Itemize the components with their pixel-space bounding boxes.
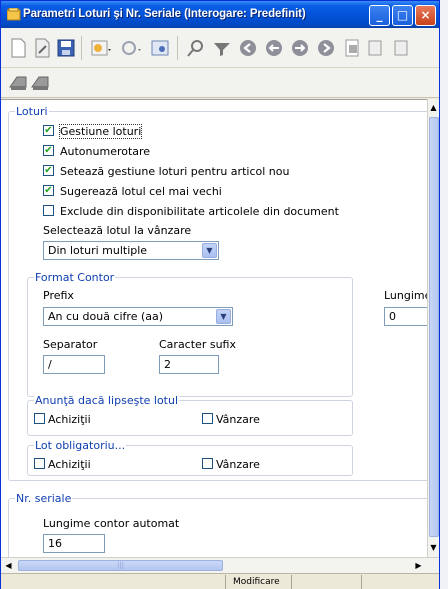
print-icon[interactable]	[341, 37, 363, 59]
title-bar[interactable]: Parametri Loturi şi Nr. Seriale (Interog…	[1, 1, 439, 28]
horizontal-scrollbar[interactable]: ◀ ||| ▶	[1, 557, 439, 573]
exclude-disponibilitate-checkbox[interactable]	[43, 205, 54, 216]
select-lot-label: Selectează lotul la vânzare	[43, 224, 192, 237]
edit-document-icon[interactable]	[31, 37, 53, 59]
missing-achizitii-checkbox[interactable]	[34, 413, 45, 424]
status-divider	[291, 575, 292, 589]
scroll-right-icon[interactable]: ▶	[413, 558, 424, 573]
next-record-icon[interactable]	[289, 37, 311, 59]
toolbar-separator	[81, 36, 82, 60]
filter-icon[interactable]	[211, 37, 233, 59]
separator-input[interactable]: /	[43, 355, 105, 374]
prefix-value: An cu două cifre (aa)	[48, 310, 164, 323]
select-lot-dropdown[interactable]: Din loturi multiple ▼	[43, 241, 219, 260]
missing-vanzare-label: Vânzare	[216, 413, 260, 426]
sugereaza-lot-checkbox[interactable]: ✔	[43, 185, 54, 196]
toolbar-separator	[177, 36, 178, 60]
format-contor-group: Format Contor	[27, 271, 353, 397]
length-label: Lungime	[384, 289, 427, 302]
close-button[interactable]: ×	[415, 5, 436, 26]
prefix-label: Prefix	[43, 289, 74, 302]
save-icon[interactable]	[55, 37, 77, 59]
mandatory-achizitii-label: Achiziţii	[48, 458, 91, 471]
seteaza-gestiune-label: Setează gestiune loturi pentru articol n…	[60, 165, 290, 178]
sugereaza-lot-label: Sugerează lotul cel mai vechi	[60, 185, 222, 198]
gestiune-loturi-label: Gestiune loturi	[58, 124, 143, 139]
status-mode: Modificare	[233, 577, 280, 587]
new-document-icon[interactable]	[7, 37, 29, 59]
autonumerotare-checkbox[interactable]: ✔	[43, 145, 54, 156]
select-lot-value: Din loturi multiple	[48, 244, 148, 257]
paste-record-icon[interactable]	[29, 72, 51, 94]
status-divider	[225, 575, 226, 589]
chevron-down-icon[interactable]: ▼	[216, 309, 231, 324]
report-icon[interactable]	[365, 37, 387, 59]
suffix-label: Caracter sufix	[159, 338, 236, 351]
refresh-icon[interactable]	[119, 37, 141, 59]
scroll-down-icon[interactable]: ▼	[428, 540, 439, 555]
status-bar: Modificare	[1, 573, 439, 589]
find-icon[interactable]	[185, 37, 207, 59]
format-contor-legend: Format Contor	[34, 271, 116, 284]
mandatory-achizitii-checkbox[interactable]	[34, 458, 45, 469]
separator-label: Separator	[43, 338, 98, 351]
counter-length-label: Lungime contor automat	[43, 517, 180, 530]
settings-icon[interactable]	[149, 37, 171, 59]
length-input[interactable]: 0	[384, 307, 427, 326]
application-window: Parametri Loturi şi Nr. Seriale (Interog…	[0, 0, 440, 589]
close-icon: ×	[420, 8, 431, 22]
mandatory-vanzare-label: Vânzare	[216, 458, 260, 471]
chevron-down-icon[interactable]: ▼	[202, 243, 217, 258]
missing-lot-legend: Anunţă dacă lipseşte lotul	[34, 394, 180, 407]
export-icon[interactable]	[391, 37, 413, 59]
seteaza-gestiune-checkbox[interactable]: ✔	[43, 165, 54, 176]
autonumerotare-label: Autonumerotare	[60, 145, 151, 158]
status-divider	[361, 575, 362, 589]
minimize-icon: _	[376, 8, 383, 22]
vertical-scroll-thumb[interactable]	[429, 117, 439, 537]
suffix-input[interactable]: 2	[159, 355, 219, 374]
first-record-icon[interactable]	[237, 37, 259, 59]
copy-record-icon[interactable]	[7, 72, 29, 94]
horizontal-scroll-thumb[interactable]: |||	[18, 560, 223, 571]
app-icon	[7, 8, 21, 21]
previous-record-icon[interactable]	[263, 37, 285, 59]
exclude-disponibilitate-label: Exclude din disponibilitate articolele d…	[60, 205, 339, 218]
prefix-dropdown[interactable]: An cu două cifre (aa) ▼	[43, 307, 233, 326]
gestiune-loturi-checkbox[interactable]: ✔	[43, 125, 54, 136]
maximize-icon: □	[396, 8, 409, 22]
properties-icon[interactable]	[89, 37, 111, 59]
serials-legend: Nr. seriale	[15, 492, 73, 505]
last-record-icon[interactable]	[315, 37, 337, 59]
missing-vanzare-checkbox[interactable]	[202, 413, 213, 424]
loturi-legend: Loturi	[15, 105, 49, 118]
vertical-scrollbar[interactable]: ▲ ▼	[427, 99, 439, 557]
main-toolbar	[1, 28, 439, 68]
mandatory-lot-legend: Lot obligatoriu...	[34, 439, 127, 452]
maximize-button[interactable]: □	[392, 5, 413, 26]
secondary-toolbar	[1, 68, 439, 98]
scroll-up-icon[interactable]: ▲	[428, 100, 439, 115]
scroll-left-icon[interactable]: ◀	[3, 558, 14, 573]
mandatory-vanzare-checkbox[interactable]	[202, 458, 213, 469]
missing-achizitii-label: Achiziţii	[48, 413, 91, 426]
form-content: Loturi ✔ Gestiune loturi ✔ Autonumerotar…	[1, 99, 427, 557]
minimize-button[interactable]: _	[369, 5, 390, 26]
window-title: Parametri Loturi şi Nr. Seriale (Interog…	[23, 8, 306, 20]
counter-length-input[interactable]: 16	[43, 534, 105, 553]
